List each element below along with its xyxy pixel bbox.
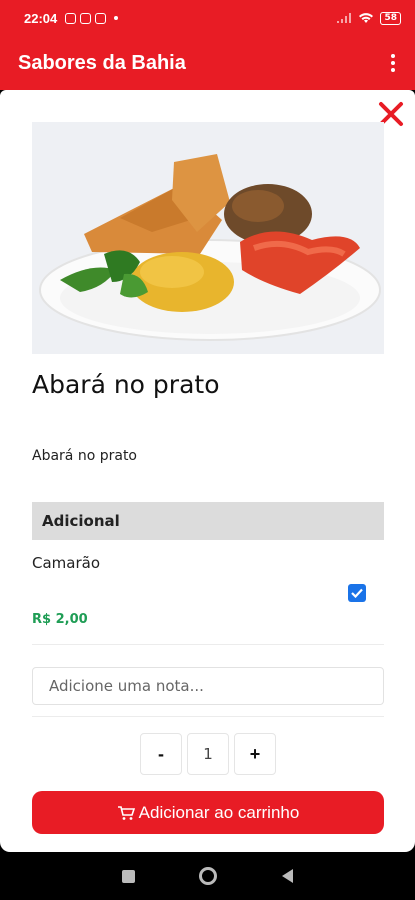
instagram-icon bbox=[80, 12, 92, 24]
wifi-icon bbox=[359, 13, 374, 23]
decrease-quantity-button[interactable]: - bbox=[140, 733, 182, 775]
app-bar: Sabores da Bahia bbox=[0, 36, 415, 90]
add-to-cart-button[interactable]: Adicionar ao carrinho bbox=[32, 791, 384, 834]
instagram-icon bbox=[65, 12, 77, 24]
status-bar: 22:04 58 bbox=[0, 0, 415, 36]
check-icon bbox=[351, 588, 363, 598]
battery-icon: 58 bbox=[380, 11, 401, 25]
note-input[interactable] bbox=[32, 667, 384, 705]
recents-icon[interactable] bbox=[122, 869, 136, 883]
system-nav-bar bbox=[0, 852, 415, 900]
divider bbox=[32, 716, 384, 717]
addon-item-name: Camarão bbox=[32, 554, 101, 572]
product-title: Abará no prato bbox=[32, 370, 220, 399]
status-time: 22:04 bbox=[24, 10, 58, 26]
back-icon[interactable] bbox=[281, 869, 293, 883]
home-icon[interactable] bbox=[199, 867, 218, 885]
quantity-value: 1 bbox=[187, 733, 229, 775]
product-image bbox=[32, 122, 384, 354]
add-to-cart-label: Adicionar ao carrinho bbox=[138, 802, 300, 822]
increase-quantity-button[interactable]: + bbox=[234, 733, 276, 775]
app-title: Sabores da Bahia bbox=[18, 51, 186, 74]
notification-icons bbox=[65, 12, 107, 24]
more-notifications-icon bbox=[114, 16, 119, 20]
signal-icon bbox=[337, 13, 352, 23]
product-description: Abará no prato bbox=[32, 448, 137, 464]
addon-section-header: Adicional bbox=[32, 502, 384, 540]
more-vert-icon[interactable] bbox=[387, 50, 399, 76]
cart-icon bbox=[117, 805, 135, 820]
instagram-icon bbox=[95, 12, 107, 24]
addon-checkbox[interactable] bbox=[348, 584, 366, 602]
product-sheet: Abará no prato Abará no prato Adicional … bbox=[0, 90, 415, 852]
divider bbox=[32, 644, 384, 645]
addon-item-price: R$ 2,00 bbox=[32, 612, 88, 627]
